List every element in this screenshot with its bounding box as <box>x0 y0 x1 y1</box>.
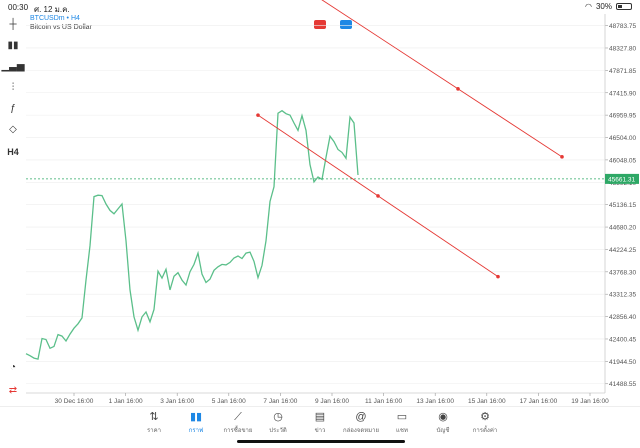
trendline <box>321 0 563 158</box>
tab-chart[interactable]: ▮▮ กราฟ <box>176 409 216 439</box>
y-tick-label: 41488.55 <box>609 381 636 388</box>
x-tick-label: 5 Jan 16:00 <box>212 398 246 405</box>
price-chart[interactable]: 48783.75 48327.80 47871.85 47415.90 46959.95… <box>0 0 640 406</box>
home-indicator <box>237 440 405 443</box>
quotes-icon: ⇅ <box>149 411 159 423</box>
x-tick-label: 19 Jan 16:00 <box>571 398 609 405</box>
y-tick-label: 48327.80 <box>609 45 636 52</box>
price-line <box>25 109 359 360</box>
y-tick-label: 42400.45 <box>609 336 636 343</box>
history-icon: ◷ <box>273 411 283 423</box>
y-tick-label: 46959.95 <box>609 113 636 120</box>
tab-news[interactable]: ▤ ข่าว <box>300 409 340 439</box>
trendline-anchor <box>560 155 564 159</box>
y-tick-label: 46048.05 <box>609 157 636 164</box>
tab-account[interactable]: ◉ บัญชี <box>423 409 463 439</box>
y-tick-label: 47871.85 <box>609 68 636 75</box>
mailbox-icon: @ <box>355 411 367 423</box>
x-tick-label: 15 Jan 16:00 <box>468 398 506 405</box>
y-tick-label: 43312.35 <box>609 292 636 299</box>
tab-chat[interactable]: ▭ แชท <box>382 409 422 439</box>
x-tick-label: 13 Jan 16:00 <box>416 398 454 405</box>
tab-label: การซื้อขาย <box>223 428 253 434</box>
y-tick-label: 45136.15 <box>609 202 636 209</box>
chart-icon: ▮▮ <box>189 411 203 423</box>
x-tick-label: 11 Jan 16:00 <box>365 398 402 405</box>
tab-trade[interactable]: ⟋ การซื้อขาย <box>218 409 258 439</box>
settings-icon: ⚙ <box>480 411 490 423</box>
trendline-anchor <box>376 194 380 198</box>
tab-label: บัญชี <box>436 428 450 434</box>
trendline-anchor <box>496 274 500 279</box>
tab-label: กล่องจดหมาย <box>342 428 380 434</box>
x-tick-label: 1 Jan 16:00 <box>109 398 143 405</box>
x-tick-label: 3 Jan 16:00 <box>160 398 194 405</box>
tab-mailbox[interactable]: @ กล่องจดหมาย <box>341 409 381 439</box>
account-icon: ◉ <box>438 411 448 423</box>
y-tick-label: 42856.40 <box>609 314 636 321</box>
news-icon: ▤ <box>314 411 326 423</box>
tab-label: ข่าว <box>314 428 326 434</box>
tab-label: ราคา <box>147 428 161 434</box>
tab-label: กราฟ <box>188 428 204 434</box>
y-tick-label: 44680.20 <box>609 225 636 232</box>
y-tick-label: 46504.00 <box>609 135 636 142</box>
y-tick-label: 48783.75 <box>609 23 636 30</box>
tab-label: การตั้งค่า <box>472 428 498 434</box>
x-tick-label: 7 Jan 16:00 <box>263 398 297 405</box>
y-tick-label: 41944.50 <box>609 359 636 366</box>
x-tick-label: 9 Jan 16:00 <box>315 398 349 405</box>
chat-icon: ▭ <box>396 411 408 423</box>
y-tick-label: 47415.90 <box>609 90 636 97</box>
tab-settings[interactable]: ⚙ การตั้งค่า <box>465 409 505 439</box>
tab-quotes[interactable]: ⇅ ราคา <box>134 409 174 439</box>
x-tick-label: 17 Jan 16:00 <box>520 398 558 405</box>
trendline-anchor <box>456 87 460 91</box>
y-tick-label: 44224.25 <box>609 247 636 254</box>
x-tick-label: 30 Dec 16:00 <box>55 398 94 405</box>
tab-label: ประวัติ <box>269 428 287 434</box>
y-tick-label: 43768.30 <box>609 269 636 276</box>
trade-icon: ⟋ <box>234 411 242 423</box>
current-price-label: 45661.31 <box>608 176 635 183</box>
trendline-anchor <box>256 113 260 117</box>
tab-label: แชท <box>396 428 408 434</box>
tab-history[interactable]: ◷ ประวัติ <box>258 409 298 439</box>
